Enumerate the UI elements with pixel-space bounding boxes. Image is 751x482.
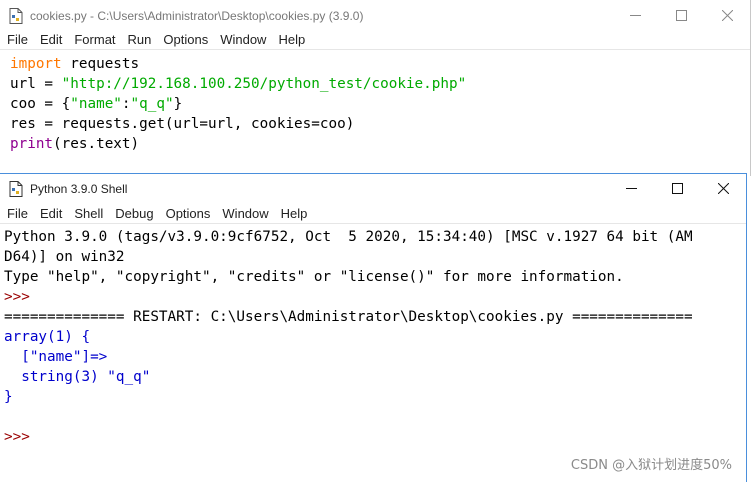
maximize-button[interactable]	[654, 174, 700, 203]
menu-help[interactable]: Help	[272, 30, 311, 50]
output-line: string(3) "q_q"	[4, 369, 151, 385]
string-literal: "http://192.168.100.250/python_test/cook…	[61, 76, 467, 92]
keyword: import	[10, 56, 62, 72]
builtin: print	[10, 136, 54, 152]
code-text: :	[121, 96, 131, 112]
menu-debug[interactable]: Debug	[109, 204, 159, 224]
menu-options[interactable]: Options	[160, 204, 217, 224]
menu-file[interactable]: File	[0, 204, 34, 224]
python-file-icon	[8, 7, 24, 24]
menu-file[interactable]: File	[0, 30, 34, 50]
banner-line: Python 3.9.0 (tags/v3.9.0:9cf6752, Oct 5…	[4, 229, 693, 245]
shell-prompt: >>>	[4, 289, 39, 305]
menu-options[interactable]: Options	[157, 30, 214, 50]
code-line-3: coo = {"name":"q_q"}	[10, 94, 466, 114]
menu-window[interactable]: Window	[216, 204, 274, 224]
minimize-button[interactable]	[608, 174, 654, 203]
output-line: array(1) {	[4, 329, 91, 345]
shell-prompt[interactable]: >>>	[4, 427, 693, 447]
editor-title: cookies.py - C:\Users\Administrator\Desk…	[30, 8, 364, 23]
minimize-button[interactable]	[612, 0, 658, 31]
close-icon	[721, 10, 733, 21]
code-text: requests	[61, 56, 140, 72]
editor-window: cookies.py - C:\Users\Administrator\Desk…	[0, 0, 751, 176]
code-line-2: url = "http://192.168.100.250/python_tes…	[10, 74, 466, 94]
shell-window-controls	[608, 174, 746, 203]
string-literal: "q_q"	[130, 96, 174, 112]
code-text: (res.text)	[53, 136, 140, 152]
close-button[interactable]	[700, 174, 746, 203]
menu-run[interactable]: Run	[122, 30, 158, 50]
restart-line: ============== RESTART: C:\Users\Adminis…	[4, 309, 693, 325]
maximize-icon	[675, 10, 687, 21]
menu-format[interactable]: Format	[68, 30, 121, 50]
code-line-5: print(res.text)	[10, 134, 466, 154]
editor-titlebar[interactable]: cookies.py - C:\Users\Administrator\Desk…	[0, 0, 750, 31]
shell-window: Python 3.9.0 Shell File Edit Shell Debug…	[0, 173, 747, 482]
menu-edit[interactable]: Edit	[34, 204, 68, 224]
shell-menubar: File Edit Shell Debug Options Window Hel…	[0, 204, 746, 224]
menu-window[interactable]: Window	[214, 30, 272, 50]
watermark: CSDN @入狱计划进度50%	[570, 458, 732, 473]
code-line-1: import requests	[10, 54, 466, 74]
minimize-icon	[629, 15, 641, 16]
output-line: }	[4, 389, 13, 405]
banner-line: D64)] on win32	[4, 249, 125, 265]
minimize-icon	[625, 188, 637, 189]
editor-window-controls	[612, 0, 750, 31]
shell-titlebar[interactable]: Python 3.9.0 Shell	[0, 174, 746, 203]
banner-line: Type "help", "copyright", "credits" or "…	[4, 269, 624, 285]
output-line: ["name"]=>	[4, 349, 108, 365]
close-button[interactable]	[704, 0, 750, 31]
code-text: }	[173, 96, 183, 112]
code-editor[interactable]: import requests url = "http://192.168.100…	[10, 54, 466, 154]
menu-shell[interactable]: Shell	[68, 204, 109, 224]
shell-output[interactable]: Python 3.9.0 (tags/v3.9.0:9cf6752, Oct 5…	[4, 227, 693, 447]
string-literal: "name"	[70, 96, 122, 112]
maximize-button[interactable]	[658, 0, 704, 31]
code-line-4: res = requests.get(url=url, cookies=coo)	[10, 116, 355, 132]
close-icon	[717, 183, 729, 194]
maximize-icon	[671, 183, 683, 194]
menu-edit[interactable]: Edit	[34, 30, 68, 50]
menu-help[interactable]: Help	[275, 204, 314, 224]
code-text: url =	[10, 76, 62, 92]
python-shell-icon	[8, 180, 24, 197]
code-text: coo = {	[10, 96, 71, 112]
editor-menubar: File Edit Format Run Options Window Help	[0, 30, 750, 50]
shell-title: Python 3.9.0 Shell	[30, 181, 128, 196]
